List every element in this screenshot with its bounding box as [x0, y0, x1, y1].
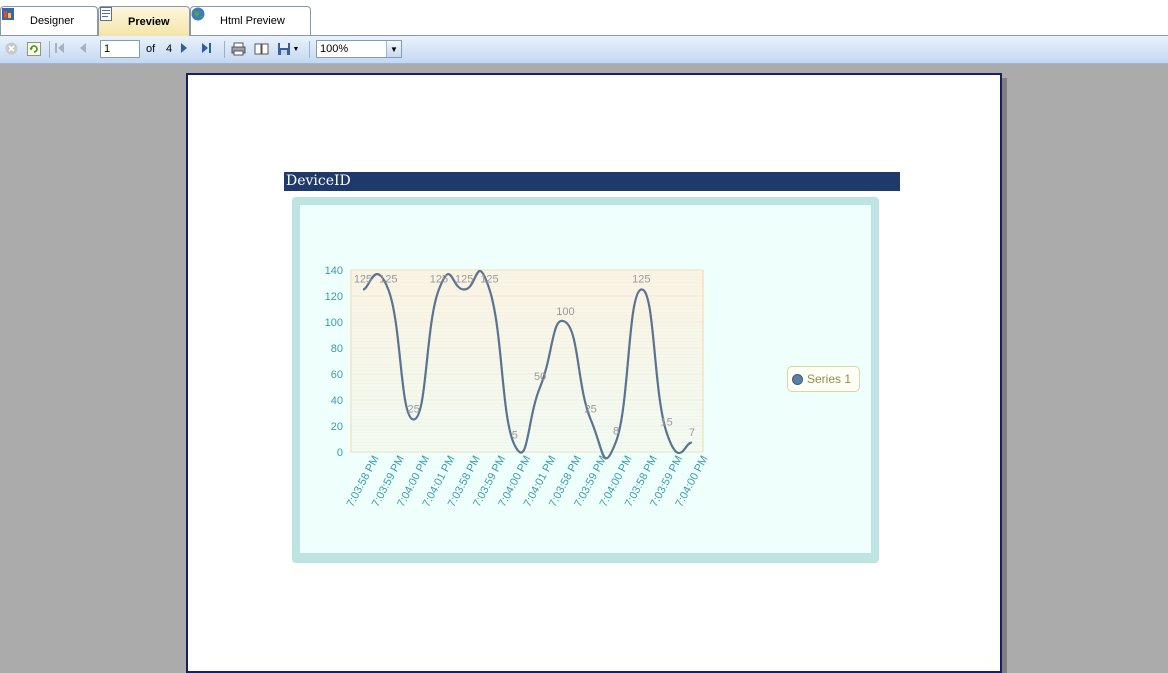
data-label: 125 [455, 274, 473, 286]
data-label: 125 [354, 274, 372, 286]
chart-legend: Series 1 [787, 366, 860, 392]
data-label: 125 [480, 274, 498, 286]
y-tick-label: 80 [331, 343, 343, 355]
data-label: 125 [632, 274, 650, 286]
legend-series-label: Series 1 [807, 372, 852, 386]
y-tick-label: 120 [325, 291, 343, 303]
y-tick-label: 140 [325, 265, 343, 277]
y-tick-label: 40 [331, 395, 343, 407]
data-label: 15 [660, 417, 672, 429]
legend-swatch [792, 374, 803, 385]
data-label: 8 [613, 426, 619, 438]
y-tick-label: 100 [325, 317, 343, 329]
data-label: 5 [512, 430, 518, 442]
data-label: 25 [585, 404, 597, 416]
tab-preview[interactable]: Preview [98, 6, 190, 36]
tab-preview-label: Preview [128, 15, 170, 28]
data-label: 125 [430, 274, 448, 286]
y-tick-label: 0 [337, 447, 343, 459]
data-label: 125 [379, 274, 397, 286]
data-label: 7 [689, 427, 695, 439]
y-tick-label: 60 [331, 369, 343, 381]
y-tick-label: 20 [331, 421, 343, 433]
data-label: 25 [407, 404, 419, 416]
preview-icon [100, 7, 121, 29]
data-label: 50 [534, 371, 546, 383]
line-chart: 0204060801001201407:03:58 PM7:03:59 PM7:… [325, 265, 711, 509]
data-label: 100 [556, 306, 574, 318]
